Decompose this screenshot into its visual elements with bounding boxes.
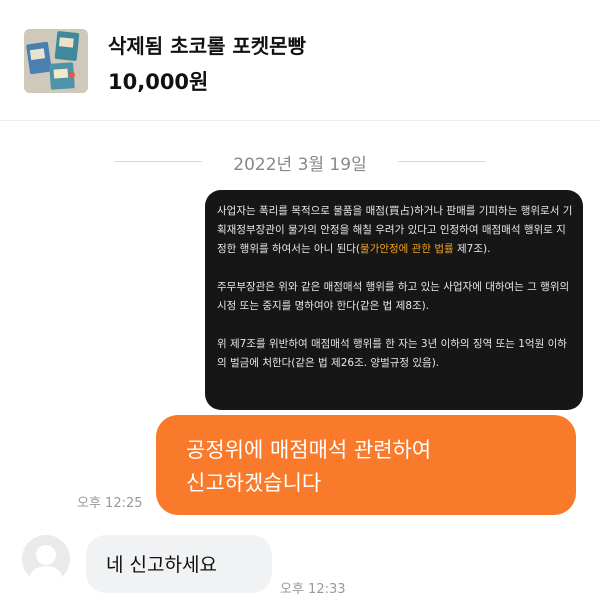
product-header[interactable]: 삭제됨 초코롤 포켓몬빵 10,000원 <box>0 0 600 120</box>
product-name: 삭제됨 초코롤 포켓몬빵 <box>108 34 306 58</box>
product-thumbnail[interactable] <box>24 29 88 93</box>
sent-message-line-1: 공정위에 매점매석 관련하여 <box>186 438 432 462</box>
image-message[interactable]: 사업자는 폭리를 목적으로 물품을 매점(買占)하거나 판매를 기피하는 행위로… <box>205 190 583 410</box>
received-message-bubble[interactable]: 네 신고하세요 <box>86 535 272 593</box>
law-paragraph-1: 사업자는 폭리를 목적으로 물품을 매점(買占)하거나 판매를 기피하는 행위로… <box>217 205 573 255</box>
product-price: 10,000원 <box>108 70 209 94</box>
product-photo-icon <box>24 29 88 93</box>
date-line-right <box>398 161 486 162</box>
avatar[interactable] <box>22 535 70 583</box>
law-paragraph-2: 주무부장관은 위와 같은 매점매석 행위를 하고 있는 사업자에 대하여는 그 … <box>217 281 570 312</box>
law-name-highlight: 물가안정에 관한 법률 <box>360 243 454 255</box>
date-separator: 2022년 3월 19일 <box>0 150 600 175</box>
sent-message-line-2: 신고하겠습니다 <box>186 471 322 495</box>
default-profile-icon <box>22 535 70 583</box>
date-label: 2022년 3월 19일 <box>233 155 367 175</box>
header-divider <box>0 120 600 121</box>
received-message-time: 오후 12:33 <box>280 582 346 597</box>
sent-message-time: 오후 12:25 <box>77 496 143 511</box>
sent-message-bubble[interactable]: 공정위에 매점매석 관련하여 신고하겠습니다 <box>156 415 576 515</box>
law-paragraph-3: 위 제7조를 위반하여 매점매석 행위를 한 자는 3년 이하의 징역 또는 1… <box>217 338 567 369</box>
